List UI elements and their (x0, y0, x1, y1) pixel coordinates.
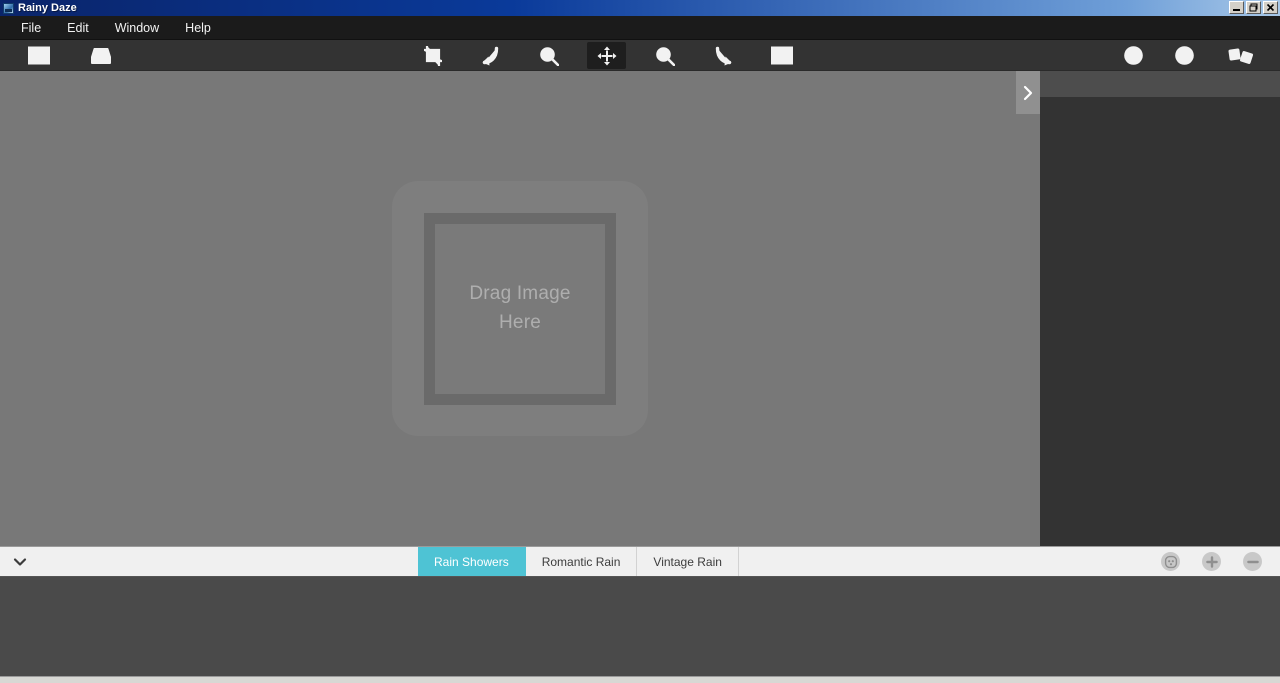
chevron-right-icon[interactable] (1016, 71, 1040, 114)
move-tool-icon[interactable] (587, 42, 626, 69)
status-strip (0, 676, 1280, 683)
chevron-down-icon[interactable] (0, 547, 40, 576)
open-image-icon[interactable] (19, 42, 58, 69)
dropzone-label-line1: Drag Image (469, 283, 571, 304)
restore-button[interactable] (1246, 1, 1261, 14)
undo-icon[interactable] (470, 42, 509, 69)
title-bar: Rainy Daze (0, 0, 1280, 16)
toolbar (0, 40, 1280, 71)
layer-action-buttons (1161, 547, 1262, 576)
save-image-icon[interactable] (81, 42, 120, 69)
settings-gear-icon[interactable] (1165, 42, 1204, 69)
remove-layer-button[interactable] (1243, 552, 1262, 571)
tab-rain-showers[interactable]: Rain Showers (418, 547, 526, 576)
dropzone-label-line2: Here (499, 311, 541, 333)
presets-button[interactable] (1161, 552, 1180, 571)
menu-item-edit[interactable]: Edit (54, 18, 102, 38)
dropzone-label: Drag Image Here (469, 280, 570, 337)
window-controls (1229, 1, 1278, 14)
crop-icon[interactable] (413, 42, 452, 69)
image-dropzone[interactable]: Drag Image Here (392, 181, 648, 436)
application-window: Rainy Daze File Edit Window Help Drag Im… (0, 0, 1280, 683)
zoom-out-icon[interactable] (645, 42, 684, 69)
menu-bar: File Edit Window Help (0, 16, 1280, 40)
image-adjust-icon[interactable] (762, 42, 801, 69)
side-panel-header (1040, 71, 1280, 97)
effect-thumbnail-tray[interactable] (0, 577, 1280, 676)
window-title: Rainy Daze (18, 2, 77, 14)
menu-item-file[interactable]: File (8, 18, 54, 38)
tab-romantic-rain[interactable]: Romantic Rain (526, 547, 638, 576)
redo-icon[interactable] (704, 42, 743, 69)
minimize-button[interactable] (1229, 1, 1244, 14)
zoom-in-icon[interactable] (529, 42, 568, 69)
close-button[interactable] (1263, 1, 1278, 14)
add-layer-button[interactable] (1202, 552, 1221, 571)
menu-item-window[interactable]: Window (102, 18, 172, 38)
info-icon[interactable] (1114, 42, 1153, 69)
app-window-icon (3, 2, 14, 14)
dropzone-frame: Drag Image Here (424, 212, 616, 405)
tab-vintage-rain[interactable]: Vintage Rain (637, 547, 739, 576)
effect-tab-bar: Rain Showers Romantic Rain Vintage Rain (0, 546, 1280, 577)
effects-side-panel[interactable] (1040, 71, 1280, 546)
tab-list: Rain Showers Romantic Rain Vintage Rain (418, 547, 739, 576)
dice-randomize-icon[interactable] (1221, 42, 1260, 69)
image-canvas[interactable]: Drag Image Here (0, 71, 1040, 546)
menu-item-help[interactable]: Help (172, 18, 224, 38)
